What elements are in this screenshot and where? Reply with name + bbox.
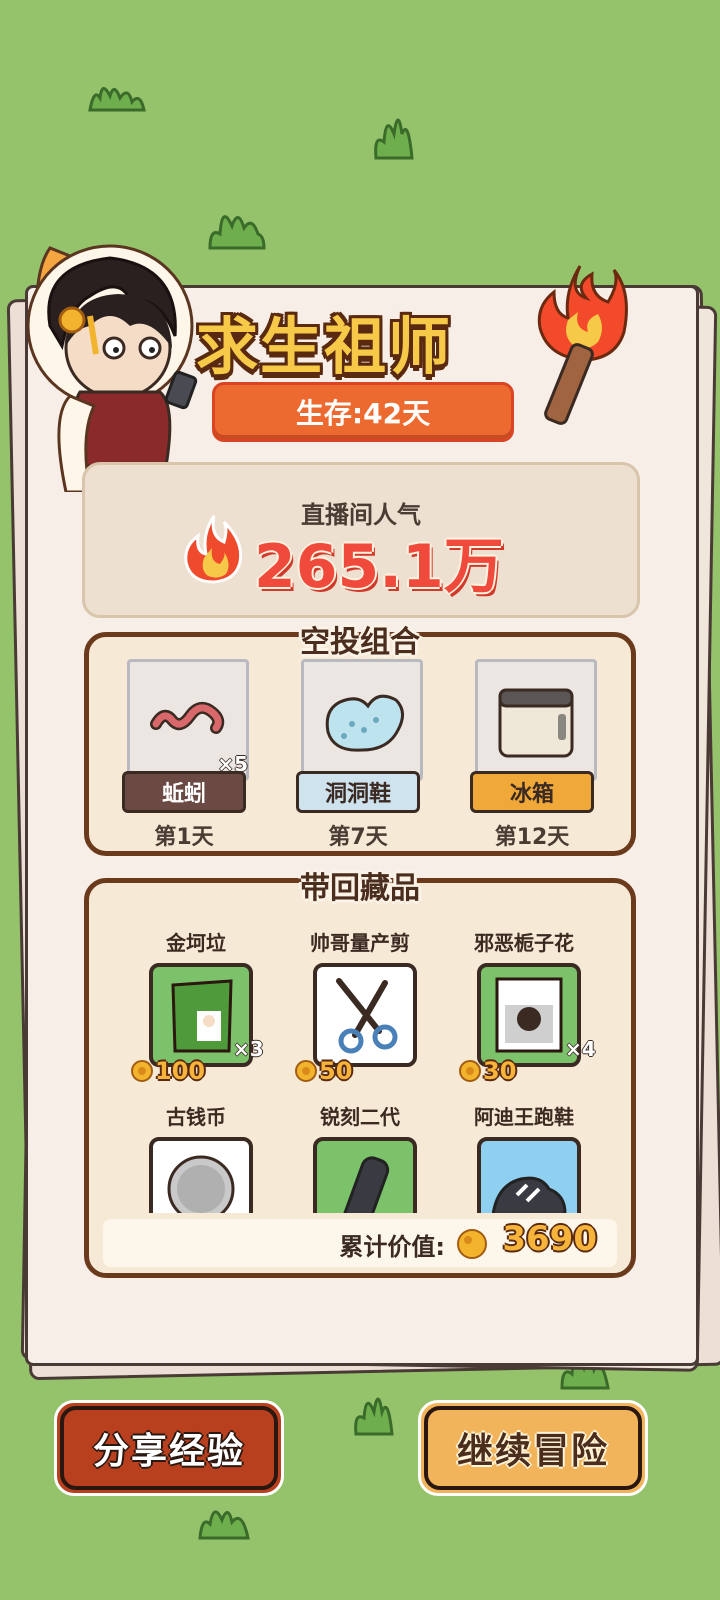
- item-count: ×2: [233, 1211, 264, 1213]
- continue-adventure-button[interactable]: 继续冒险: [418, 1400, 648, 1496]
- item-name: 阿迪王跑鞋: [474, 1105, 574, 1129]
- item-count: ×2: [565, 1211, 596, 1213]
- item-name: 帅哥量产剪: [310, 931, 410, 955]
- airdrop-title: 空投组合: [300, 625, 420, 660]
- item-price: 50: [295, 1057, 352, 1085]
- item-day: 第7天: [328, 825, 388, 850]
- scissors-icon: [336, 978, 398, 1054]
- survival-days-text: 生存:42天: [295, 397, 431, 430]
- item-price-value: 100: [155, 1057, 206, 1085]
- fertilizer-bag-icon: [171, 979, 233, 1053]
- total-value: 3690: [502, 1219, 597, 1259]
- item-label: 蚯蚓: [122, 771, 246, 813]
- item-frame: [149, 1137, 253, 1213]
- item-count: ×4: [565, 1037, 596, 1061]
- item-frame: [313, 963, 417, 1067]
- share-experience-button[interactable]: 分享经验: [54, 1400, 284, 1496]
- item-frame: [475, 659, 597, 781]
- coin-icon: [295, 1060, 317, 1082]
- coin-icon: [457, 1229, 487, 1259]
- torch-icon: [537, 265, 628, 425]
- earthworm-icon: [150, 701, 225, 734]
- item-count: ×3: [233, 1037, 264, 1061]
- item-price: 100: [131, 1057, 205, 1085]
- sneaker-icon: [491, 1176, 567, 1213]
- item-frame: [301, 659, 423, 781]
- item-label: 冰箱: [470, 771, 594, 813]
- grass-decoration: [88, 87, 146, 112]
- page-title: 求生祖师: [196, 310, 453, 383]
- item-price-value: 50: [319, 1057, 353, 1085]
- item-name: 金坷垃: [166, 931, 226, 955]
- total-value-label: 累计价值:: [339, 1233, 445, 1261]
- coin-relic-icon: [167, 1155, 235, 1213]
- item-frame: [313, 1137, 417, 1213]
- item-name: 邪恶栀子花: [474, 931, 574, 955]
- collection-panel: 带回藏品 金坷垃 ×3 100 帅哥量产剪 50 邪恶栀子花 ×4 30 古钱币…: [84, 871, 636, 1278]
- popularity-value: 265.1万: [254, 532, 504, 602]
- book-icon: [495, 977, 563, 1053]
- item-name: 古钱币: [166, 1105, 226, 1129]
- item-name: 锐刻二代: [320, 1105, 400, 1129]
- fire-icon: [184, 515, 243, 584]
- item-label: 洞洞鞋: [296, 771, 420, 813]
- grass-decoration: [208, 215, 266, 250]
- character-avatar: [26, 244, 198, 492]
- item-frame: [477, 1137, 581, 1213]
- grass-decoration: [354, 1397, 394, 1436]
- grass-decoration: [198, 1510, 250, 1540]
- clog-shoe-icon: [325, 694, 404, 752]
- item-price-value: 30: [483, 1057, 517, 1085]
- vape-icon: [342, 1156, 390, 1213]
- coin-icon: [459, 1060, 481, 1082]
- airdrop-panel: 空投组合 ×5 蚯蚓 第1天 洞洞鞋 第7天 冰箱 第12天: [84, 625, 636, 856]
- share-button-label: 分享经验: [92, 1431, 245, 1472]
- fridge-icon: [498, 688, 574, 758]
- total-value-bar: 累计价值: 3690: [103, 1219, 617, 1267]
- survival-days-badge: 生存:42天: [212, 382, 514, 442]
- item-price: 30: [459, 1057, 516, 1085]
- item-count: ×4: [397, 1211, 428, 1213]
- grass-decoration: [374, 118, 414, 160]
- item-frame: ×5: [127, 659, 249, 781]
- coin-icon: [131, 1060, 153, 1082]
- continue-button-label: 继续冒险: [456, 1431, 609, 1472]
- item-day: 第1天: [154, 825, 214, 850]
- item-day: 第12天: [494, 825, 570, 850]
- collection-scroll-area[interactable]: 金坷垃 ×3 100 帅哥量产剪 50 邪恶栀子花 ×4 30 古钱币 锐刻二代…: [89, 883, 631, 1213]
